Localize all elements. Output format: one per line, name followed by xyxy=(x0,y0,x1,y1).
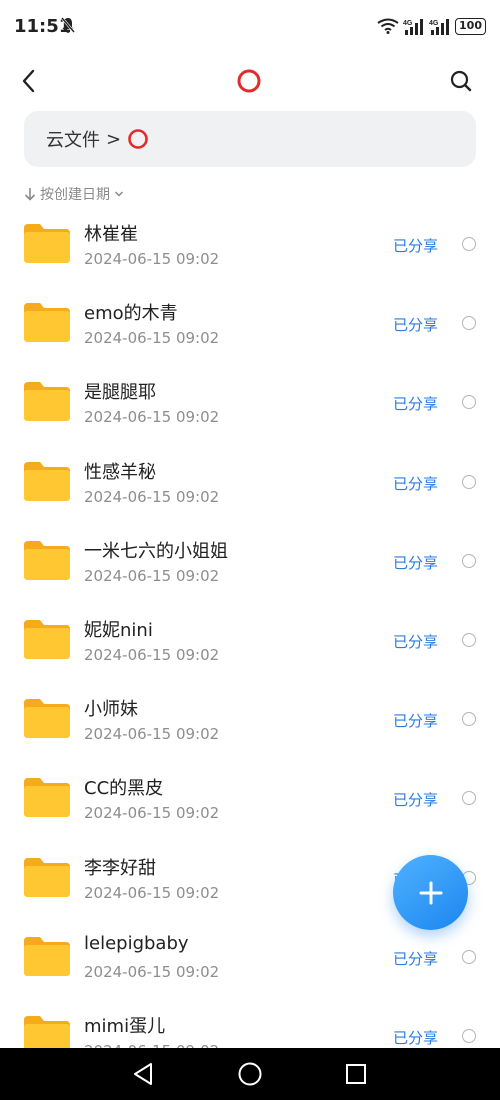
status-indicators: 4G 4G 100 xyxy=(377,17,486,35)
folder-name: lelepigbaby xyxy=(84,932,189,954)
nav-back-icon xyxy=(134,1063,152,1085)
select-checkbox[interactable] xyxy=(462,791,476,806)
nav-back-button[interactable] xyxy=(129,1060,157,1088)
breadcrumb-root[interactable]: 云文件 xyxy=(46,126,100,152)
folder-icon xyxy=(24,540,70,580)
select-checkbox[interactable] xyxy=(462,632,476,647)
folder-icon xyxy=(24,303,70,343)
search-button[interactable] xyxy=(446,66,476,96)
select-checkbox[interactable] xyxy=(462,395,476,410)
shared-status: 已分享 xyxy=(392,791,438,810)
breadcrumb-separator: > xyxy=(106,128,122,150)
sort-label: 按创建日期 xyxy=(40,187,110,203)
shared-status: 已分享 xyxy=(392,712,438,731)
sort-arrow-down-icon xyxy=(24,188,36,201)
folder-date: 2024-06-15 09:02 xyxy=(84,566,220,585)
signal-icon-2: 4G xyxy=(429,18,450,35)
back-button[interactable] xyxy=(14,64,44,98)
back-arrow-icon xyxy=(22,69,35,93)
shared-status: 已分享 xyxy=(392,395,438,414)
folder-row[interactable]: 小师妹 2024-06-15 09:02 已分享 xyxy=(0,680,500,759)
folder-icon xyxy=(24,1015,70,1048)
folder-name: 妮妮nini xyxy=(84,619,153,641)
breadcrumb: 云文件 > xyxy=(24,111,476,167)
nav-home-icon xyxy=(238,1062,262,1086)
folder-date: 2024-06-15 09:02 xyxy=(84,883,220,902)
folder-name: 林崔崔 xyxy=(84,224,138,245)
shared-status: 已分享 xyxy=(392,316,438,335)
folder-icon xyxy=(24,936,70,976)
red-ring-icon xyxy=(237,69,261,93)
folder-date: 2024-06-15 09:02 xyxy=(84,962,220,981)
app-header xyxy=(0,56,500,106)
folder-icon xyxy=(24,778,70,818)
folder-name: 小师妹 xyxy=(84,699,138,721)
select-checkbox[interactable] xyxy=(462,237,476,251)
folder-date: 2024-06-15 09:02 xyxy=(84,804,220,823)
folder-date: 2024-06-15 09:02 xyxy=(84,408,220,427)
status-bar: 11:51 4G 4G 100 xyxy=(0,0,500,56)
folder-row[interactable]: 林崔崔 2024-06-15 09:02 已分享 xyxy=(0,205,500,284)
chevron-down-icon xyxy=(114,191,124,197)
shared-status: 已分享 xyxy=(392,1028,438,1047)
network-label-2: 4G xyxy=(429,20,439,27)
folder-name: mimi蛋儿 xyxy=(84,1015,166,1037)
folder-icon xyxy=(24,461,70,501)
folder-row[interactable]: emo的木青 2024-06-15 09:02 已分享 xyxy=(0,284,500,363)
folder-row[interactable]: 妮妮nini 2024-06-15 09:02 已分享 xyxy=(0,601,500,680)
system-nav-bar xyxy=(0,1048,500,1100)
folder-icon xyxy=(24,619,70,659)
folder-row[interactable]: 是腿腿耶 2024-06-15 09:02 已分享 xyxy=(0,363,500,442)
folder-name: CC的黑皮 xyxy=(84,778,164,800)
select-checkbox[interactable] xyxy=(462,712,476,727)
shared-status: 已分享 xyxy=(392,237,438,255)
add-button[interactable] xyxy=(393,855,468,930)
folder-date: 2024-06-15 09:02 xyxy=(84,250,220,268)
shared-status: 已分享 xyxy=(392,949,438,968)
folder-date: 2024-06-15 09:02 xyxy=(84,645,220,664)
folder-row[interactable]: CC的黑皮 2024-06-15 09:02 已分享 xyxy=(0,759,500,838)
plus-icon xyxy=(419,881,442,904)
select-checkbox[interactable] xyxy=(462,553,476,568)
nav-recents-icon xyxy=(346,1064,366,1084)
shared-status: 已分享 xyxy=(392,632,438,651)
mute-bell-icon xyxy=(61,17,75,33)
red-ring-icon[interactable] xyxy=(127,128,149,150)
select-checkbox[interactable] xyxy=(462,316,476,331)
folder-name: 李李好甜 xyxy=(84,857,156,879)
folder-icon xyxy=(24,382,70,422)
folder-row[interactable]: 性感羊秘 2024-06-15 09:02 已分享 xyxy=(0,443,500,522)
signal-icon-1: 4G xyxy=(403,18,424,35)
search-icon xyxy=(450,70,472,92)
select-checkbox[interactable] xyxy=(462,949,476,964)
folder-icon xyxy=(24,224,70,263)
folder-name: 是腿腿耶 xyxy=(84,382,156,404)
folder-row[interactable]: mimi蛋儿 2024-06-15 09:02 已分享 xyxy=(0,997,500,1048)
folder-date: 2024-06-15 09:02 xyxy=(84,725,220,744)
folder-name: 性感羊秘 xyxy=(84,461,156,483)
folder-date: 2024-06-15 09:02 xyxy=(84,329,220,348)
wifi-icon xyxy=(377,18,399,34)
nav-home-button[interactable] xyxy=(236,1060,264,1088)
folder-icon xyxy=(24,699,70,739)
select-checkbox[interactable] xyxy=(462,1028,476,1043)
folder-name: emo的木青 xyxy=(84,303,178,325)
folder-row[interactable]: 一米七六的小姐姐 2024-06-15 09:02 已分享 xyxy=(0,522,500,601)
folder-date: 2024-06-15 09:02 xyxy=(84,487,220,506)
nav-recents-button[interactable] xyxy=(342,1060,370,1088)
shared-status: 已分享 xyxy=(392,553,438,572)
folder-icon xyxy=(24,857,70,897)
select-checkbox[interactable] xyxy=(462,474,476,489)
network-label-1: 4G xyxy=(403,20,413,27)
shared-status: 已分享 xyxy=(392,474,438,493)
sort-control[interactable]: 按创建日期 xyxy=(24,184,124,204)
folder-name: 一米七六的小姐姐 xyxy=(84,540,228,562)
battery-indicator: 100 xyxy=(455,17,486,35)
